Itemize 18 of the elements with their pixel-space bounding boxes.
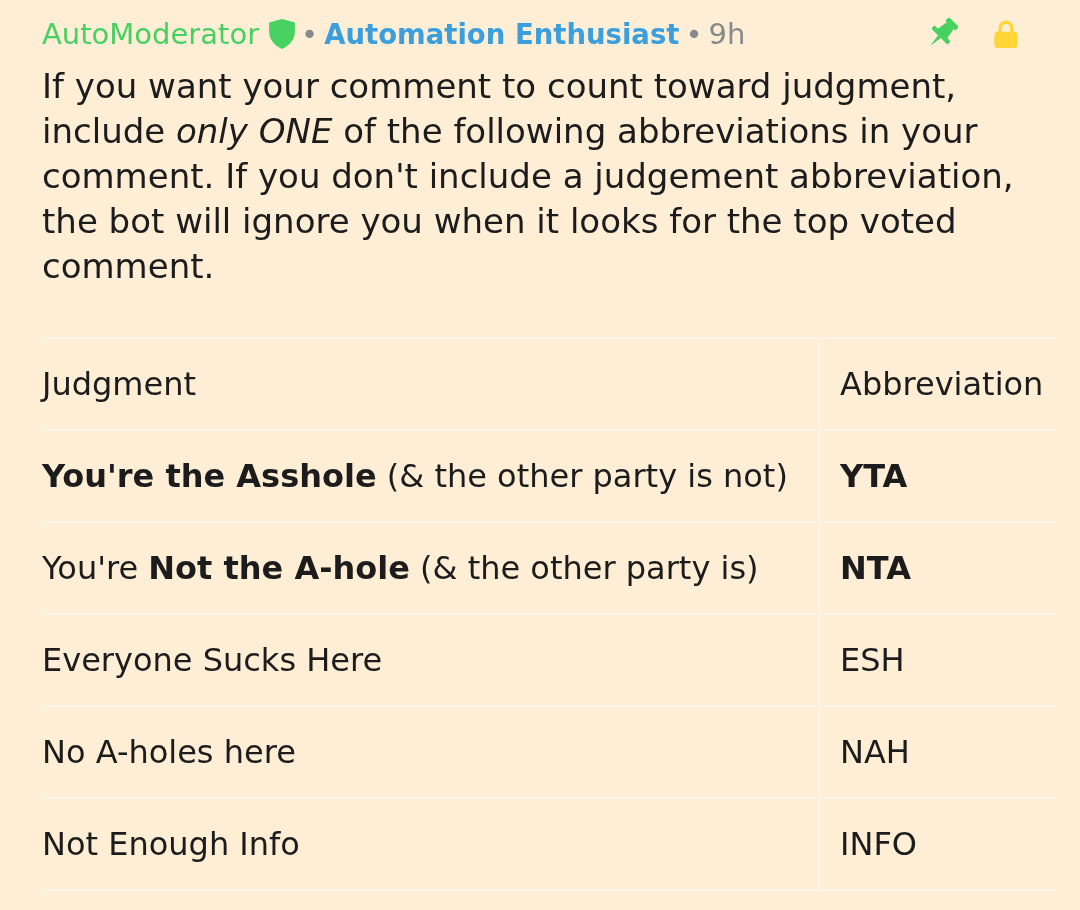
table-cell: No A-holes here (42, 706, 819, 798)
user-flair: Automation Enthusiast (324, 18, 680, 50)
table-cell: NTA (819, 522, 1058, 614)
table-header-cell: Judgment (42, 338, 819, 430)
table-cell: NAH (819, 706, 1058, 798)
table-header-cell: Abbreviation (819, 338, 1058, 430)
author-name[interactable]: AutoModerator (42, 17, 260, 51)
table-cell: Not Enough Info (42, 798, 819, 890)
comment-age: 9h (708, 17, 746, 51)
comment-body: If you want your comment to count toward judgment, include only ONE of the following abbreviations in your comment. If you don't include a judgement abbreviation, the bot will ignore you when it looks for the top voted comment. (42, 65, 1015, 288)
table-cell: You're the Asshole (& the other party is not) (42, 430, 819, 522)
table-cell: You're Not the A-hole (& the other party is) (42, 522, 819, 614)
table-cell: Everyone Sucks Here (42, 614, 819, 706)
table-cell: YTA (819, 430, 1058, 522)
separator-dot: • (301, 17, 319, 51)
table-cell: ESH (819, 614, 1058, 706)
table-cell: INFO (819, 798, 1058, 890)
separator-dot: • (685, 17, 703, 51)
